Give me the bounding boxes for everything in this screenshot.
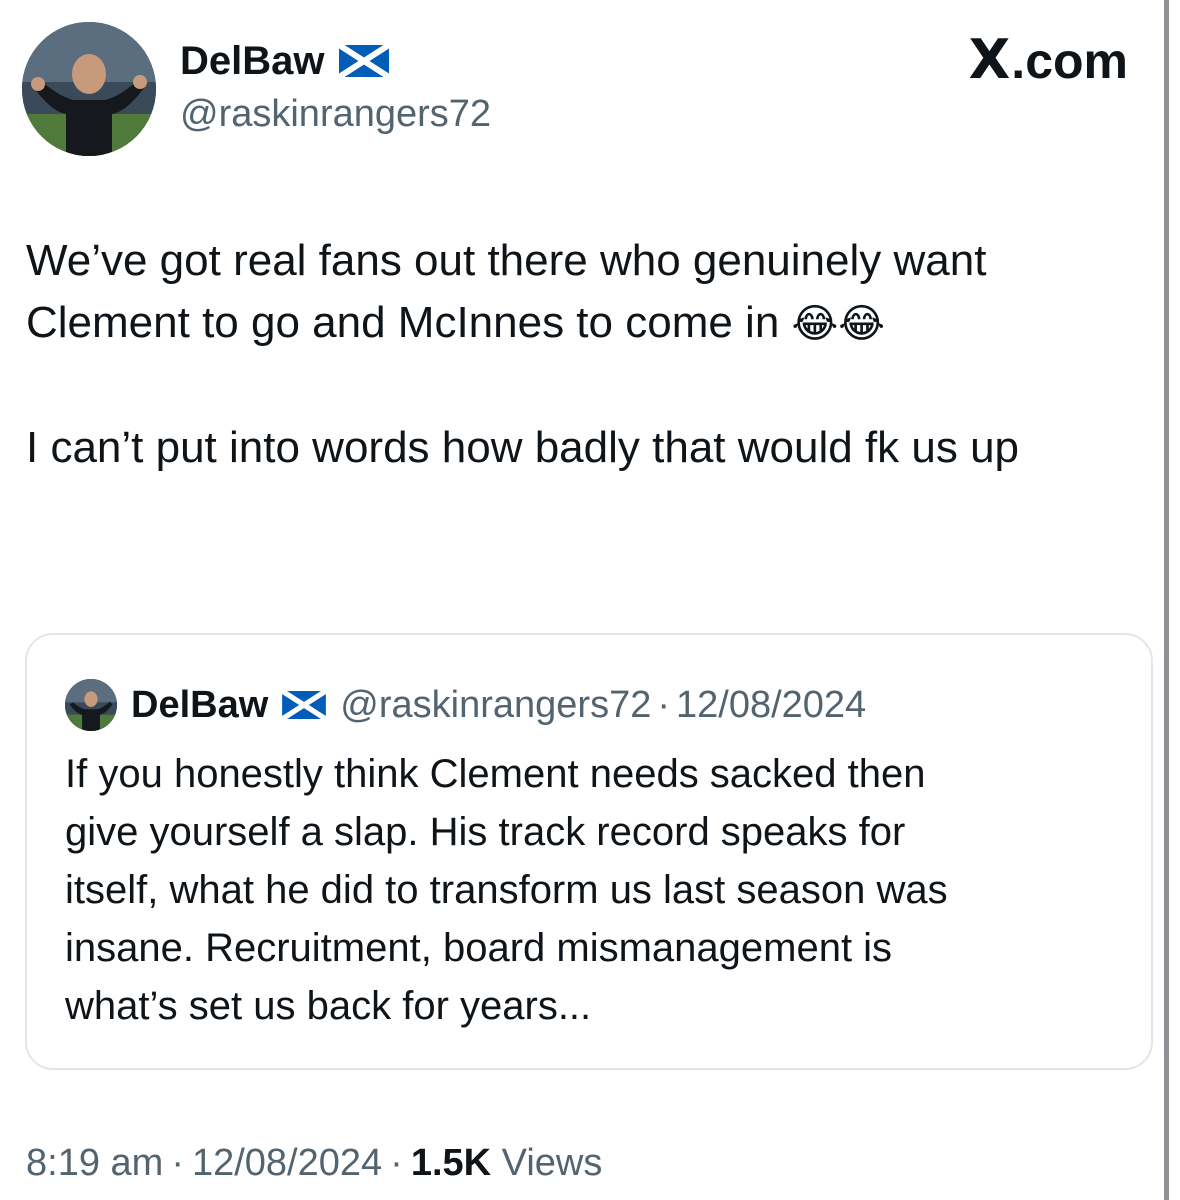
- page-edge-divider: [1164, 0, 1169, 1200]
- quoted-tweet-body: If you honestly think Clement needs sack…: [65, 745, 1125, 1035]
- dot-separator: ·: [390, 1142, 403, 1184]
- x-logo-icon: X: [968, 28, 1011, 91]
- quoted-author-handle[interactable]: @raskinrangers72: [340, 684, 651, 727]
- quoted-tweet-line: If you honestly think Clement needs sack…: [65, 752, 926, 796]
- quoted-tweet-card[interactable]: DelBaw @raskinrangers72 · 12/08/2024 If …: [25, 633, 1153, 1070]
- author-display-name[interactable]: DelBaw: [180, 38, 325, 84]
- laughing-emoji-icon: 😂😂: [791, 301, 885, 347]
- quoted-author-avatar[interactable]: [65, 679, 117, 731]
- quoted-tweet-line: give yourself a slap. His track record s…: [65, 810, 906, 854]
- quoted-author-name[interactable]: DelBaw: [131, 684, 268, 727]
- author-avatar[interactable]: [22, 22, 156, 156]
- dot-separator: ·: [657, 683, 670, 726]
- author-handle[interactable]: @raskinrangers72: [180, 92, 491, 136]
- quoted-tweet-date[interactable]: 12/08/2024: [676, 684, 866, 727]
- tweet-paragraph: We’ve got real fans out there who genuin…: [26, 230, 1146, 355]
- tweet-meta: 8:19 am · 12/08/2024 · 1.5K Views: [26, 1138, 602, 1188]
- views-label[interactable]: Views: [502, 1142, 603, 1184]
- tweet-time[interactable]: 8:19 am: [26, 1142, 163, 1184]
- scotland-flag-icon: [338, 45, 389, 77]
- x-com-logo: X .com: [968, 28, 1128, 91]
- quoted-tweet-line: what’s set us back for years...: [65, 984, 592, 1028]
- dot-separator: ·: [171, 1142, 184, 1184]
- avatar-photo-icon: [22, 22, 156, 156]
- tweet-paragraph-text: I can’t put into words how badly that wo…: [26, 423, 1020, 472]
- views-count[interactable]: 1.5K: [411, 1142, 491, 1184]
- tweet-body: We’ve got real fans out there who genuin…: [26, 230, 1146, 479]
- avatar-photo-icon: [65, 679, 117, 731]
- quoted-tweet-line: itself, what he did to transform us last…: [65, 868, 948, 912]
- quoted-tweet-line: insane. Recruitment, board mismanagement…: [65, 926, 893, 970]
- scotland-flag-icon: [282, 691, 327, 719]
- author-name-row: DelBaw: [180, 38, 389, 84]
- tweet-date[interactable]: 12/08/2024: [192, 1142, 382, 1184]
- quoted-tweet-header: DelBaw @raskinrangers72 · 12/08/2024: [65, 679, 866, 731]
- brand-suffix: .com: [1011, 33, 1128, 89]
- tweet-paragraph: I can’t put into words how badly that wo…: [26, 417, 1146, 479]
